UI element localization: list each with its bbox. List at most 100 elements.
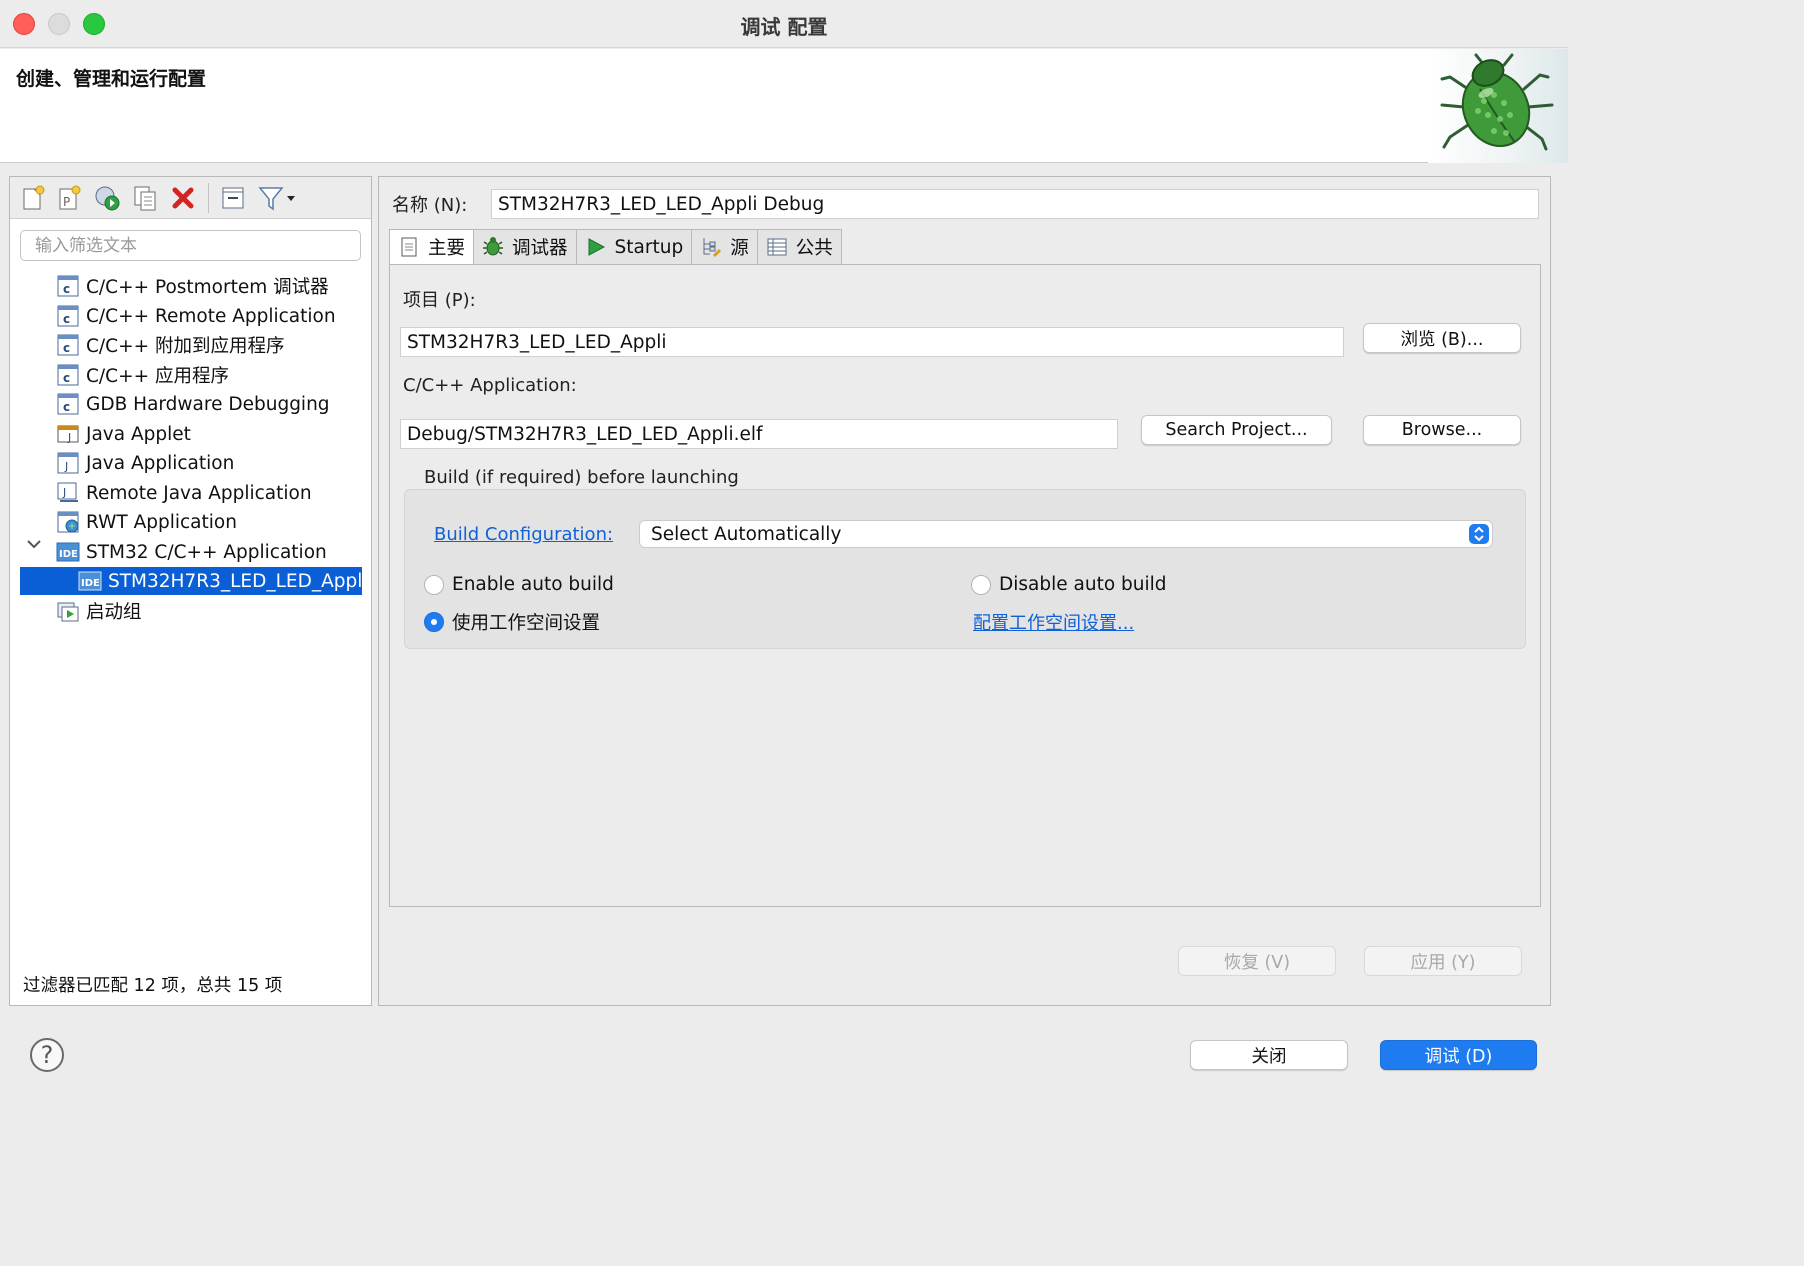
header-banner: 创建、管理和运行配置	[0, 49, 1568, 163]
tab-startup[interactable]: Startup	[576, 229, 693, 265]
c-config-icon: c	[57, 364, 79, 386]
tree-item-label: STM32 C/C++ Application	[86, 541, 327, 563]
ide-icon: IDE	[78, 571, 102, 591]
c-config-icon: c	[57, 334, 79, 356]
tree-item-cpp-remote-application[interactable]: c C/C++ Remote Application	[56, 302, 336, 330]
debug-button[interactable]: 调试 (D)	[1380, 1040, 1537, 1070]
debugger-tab-icon	[483, 237, 504, 256]
new-prototype-icon[interactable]: P	[54, 183, 84, 213]
disable-auto-build-radio[interactable]: Disable auto build	[971, 574, 1167, 595]
java-app-icon: J	[57, 452, 79, 474]
use-workspace-settings-radio[interactable]: 使用工作空间设置	[424, 609, 600, 635]
delete-icon[interactable]	[168, 183, 198, 213]
tree-item-rwt-application[interactable]: RWT Application	[56, 508, 237, 536]
svg-text:c: c	[63, 400, 70, 414]
debug-bug-icon	[1428, 49, 1568, 163]
tree-item-stm32-cpp-application[interactable]: IDE STM32 C/C++ Application	[56, 538, 327, 566]
common-tab-icon	[767, 238, 787, 256]
browse-application-button[interactable]: Browse...	[1363, 415, 1521, 445]
tab-label: Startup	[614, 236, 684, 258]
ide-icon: IDE	[56, 542, 80, 562]
tree-item-label: Java Applet	[86, 423, 191, 445]
tree-item-label: GDB Hardware Debugging	[86, 393, 330, 415]
tree-item-java-applet[interactable]: J Java Applet	[56, 420, 191, 448]
filter-status-text: 过滤器已匹配 12 项，总共 15 项	[23, 976, 283, 996]
rwt-app-icon	[57, 511, 79, 533]
cpp-application-label: C/C++ Application:	[403, 375, 577, 396]
tree-item-cpp-postmortem[interactable]: c C/C++ Postmortem 调试器	[56, 272, 329, 300]
svg-text:IDE: IDE	[81, 578, 100, 589]
radio-indicator	[424, 574, 444, 595]
radio-indicator	[424, 612, 444, 632]
duplicate-icon[interactable]	[130, 183, 160, 213]
export-configuration-icon[interactable]	[92, 183, 122, 213]
filter-menu-arrow-icon[interactable]	[282, 183, 300, 213]
configure-workspace-settings-link[interactable]: 配置工作空间设置...	[973, 609, 1134, 635]
svg-text:J: J	[62, 486, 66, 499]
tree-item-label: Java Application	[86, 452, 235, 474]
svg-text:IDE: IDE	[59, 549, 78, 560]
revert-button[interactable]: 恢复 (V)	[1178, 946, 1336, 976]
java-applet-icon: J	[57, 425, 79, 444]
radio-indicator	[971, 574, 991, 595]
tab-label: 调试器	[512, 238, 568, 259]
filter-input[interactable]	[20, 230, 361, 261]
new-configuration-icon[interactable]	[18, 183, 48, 213]
build-options-group: Build Configuration: Select Automaticall…	[404, 489, 1526, 649]
c-config-icon: c	[57, 393, 79, 415]
tree-item-cpp-application[interactable]: c C/C++ 应用程序	[56, 361, 229, 389]
tab-label: 公共	[795, 238, 833, 259]
enable-auto-build-radio[interactable]: Enable auto build	[424, 574, 614, 595]
c-config-icon: c	[57, 275, 79, 297]
source-tab-icon	[703, 238, 722, 258]
svg-text:J: J	[64, 460, 68, 473]
tree-item-launch-group[interactable]: 启动组	[56, 597, 142, 625]
cpp-application-field[interactable]	[400, 419, 1118, 449]
tab-common[interactable]: 公共	[757, 229, 842, 265]
svg-text:P: P	[63, 195, 70, 209]
build-configuration-select[interactable]: Select Automatically	[639, 520, 1493, 548]
enable-auto-build-label: Enable auto build	[452, 574, 614, 595]
launch-group-icon	[57, 602, 79, 622]
tree-item-label: STM32H7R3_LED_LED_Appli Debug	[108, 570, 362, 592]
browse-project-button[interactable]: 浏览 (B)...	[1363, 323, 1521, 353]
tree-item-label: Remote Java Application	[86, 482, 312, 504]
tree-item-gdb-hardware-debugging[interactable]: c GDB Hardware Debugging	[56, 390, 330, 418]
collapse-all-icon[interactable]	[218, 183, 248, 213]
build-group-label: Build (if required) before launching	[424, 467, 739, 488]
build-configuration-link[interactable]: Build Configuration:	[434, 524, 613, 545]
tab-main[interactable]: 主要	[389, 229, 475, 265]
svg-text:c: c	[63, 312, 70, 326]
main-tab-content: 项目 (P): 浏览 (B)... C/C++ Application: Sea…	[389, 264, 1541, 907]
use-workspace-settings-label: 使用工作空间设置	[452, 613, 601, 634]
svg-text:c: c	[63, 371, 70, 385]
configuration-detail-panel: 名称 (N): 主要 调试器 Startup 源 公共 项目 (P): 浏览 (…	[378, 176, 1551, 1006]
select-arrows-icon	[1469, 524, 1489, 544]
configuration-toolbar: P	[10, 177, 371, 219]
chevron-down-icon[interactable]	[24, 534, 44, 554]
tree-item-java-application[interactable]: J Java Application	[56, 449, 234, 477]
tree-item-cpp-attach[interactable]: c C/C++ 附加到应用程序	[56, 331, 284, 359]
close-button[interactable]: 关闭	[1190, 1040, 1348, 1070]
tree-item-stm32h7r3-debug[interactable]: IDE STM32H7R3_LED_LED_Appli Debug	[20, 567, 362, 595]
toolbar-separator	[208, 183, 209, 213]
tree-item-label: C/C++ 附加到应用程序	[86, 336, 285, 357]
tree-item-remote-java-application[interactable]: J Remote Java Application	[56, 479, 312, 507]
help-icon[interactable]: ?	[30, 1038, 64, 1072]
tab-debugger[interactable]: 调试器	[474, 229, 577, 265]
tree-item-label: 启动组	[86, 602, 142, 623]
tab-label: 源	[730, 238, 749, 259]
c-config-icon: c	[57, 305, 79, 327]
tab-label: 主要	[428, 238, 466, 259]
window-title: 调试 配置	[740, 15, 828, 39]
search-project-button[interactable]: Search Project...	[1141, 415, 1332, 445]
apply-button[interactable]: 应用 (Y)	[1364, 946, 1522, 976]
svg-text:c: c	[63, 282, 70, 296]
tab-source[interactable]: 源	[692, 229, 758, 265]
configuration-list-panel: P c C/C++ Postmortem 调试器 c C/C++	[9, 176, 372, 1006]
project-field[interactable]	[400, 327, 1344, 357]
remote-java-icon: J	[57, 482, 78, 502]
configuration-tabs: 主要 调试器 Startup 源 公共	[389, 229, 842, 265]
configuration-name-field[interactable]	[491, 189, 1539, 219]
name-label: 名称 (N):	[392, 195, 468, 216]
